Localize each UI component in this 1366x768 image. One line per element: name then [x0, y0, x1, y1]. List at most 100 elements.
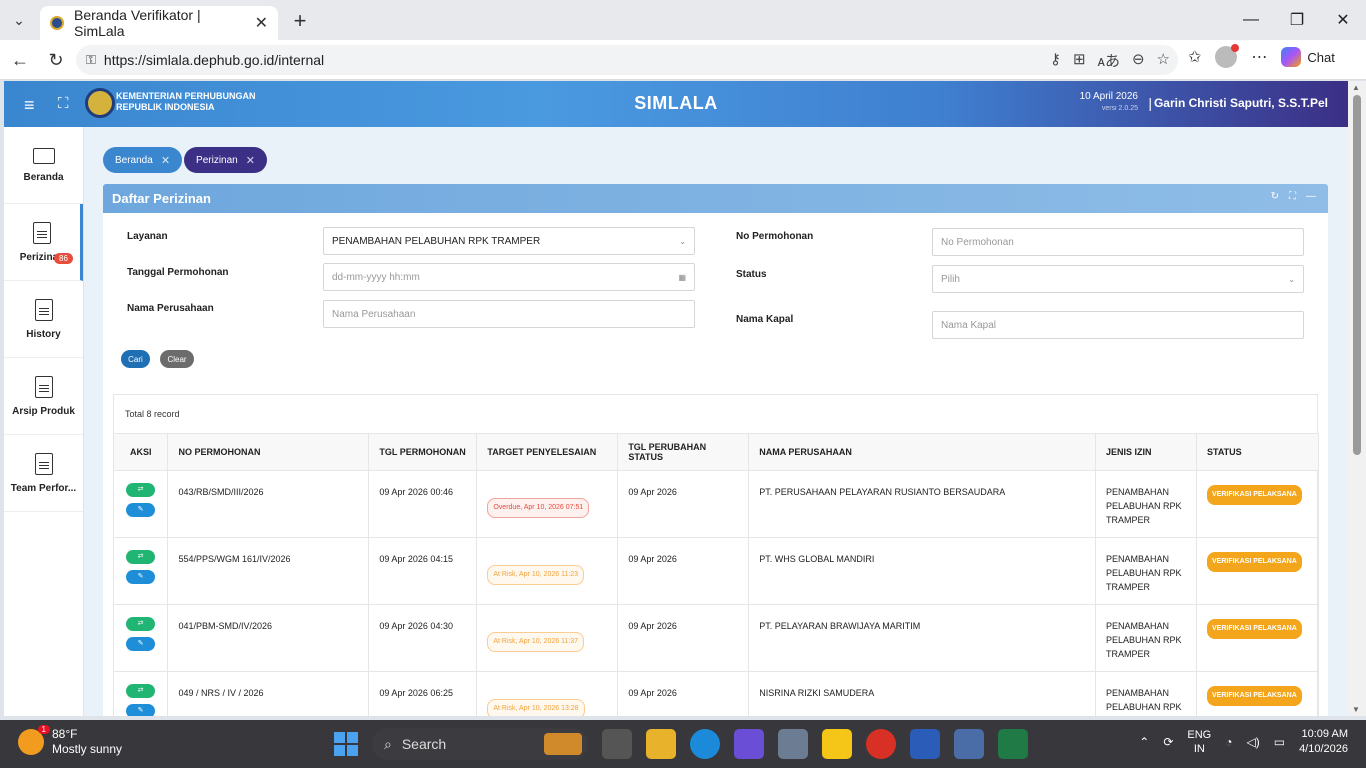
tanggal-permohonan-input[interactable]: dd-mm-yyyy hh:mm ▦ — [323, 263, 695, 291]
tgl-permohonan-cell: 09 Apr 2026 00:46 — [368, 470, 478, 538]
jenis-izin-cell: PENAMBAHAN PELABUHAN RPK — [1095, 671, 1197, 716]
sidebar-item-perizinan[interactable]: Perizinan 86 — [4, 204, 83, 281]
nama-kapal-input[interactable]: Nama Kapal — [932, 311, 1304, 339]
taskbar-search[interactable]: ⌕ Search — [372, 728, 588, 760]
profile-notification-dot — [1231, 44, 1240, 52]
process-button[interactable]: ⇄ — [126, 617, 155, 631]
weather-temp: 88°F — [52, 727, 78, 741]
site-info-icon[interactable]: ⚿ — [86, 52, 96, 68]
col-jenis-izin[interactable]: JENIS IZIN — [1095, 433, 1197, 471]
weather-text: 88°F Mostly sunny — [52, 727, 122, 757]
calendar-icon[interactable]: ▦ — [678, 273, 686, 282]
scroll-thumb[interactable] — [1353, 95, 1361, 455]
camera-icon[interactable] — [778, 729, 808, 759]
language-indicator[interactable]: ENG IN — [1187, 728, 1211, 756]
perusahaan-label: Nama Perusahaan — [127, 303, 214, 314]
status-badge: VERIFIKASI PELAKSANA — [1206, 485, 1302, 505]
scroll-down-icon[interactable]: ▼ — [1352, 705, 1360, 714]
tgl-permohonan-cell: 09 Apr 2026 04:15 — [368, 537, 478, 605]
close-icon[interactable]: ✕ — [246, 154, 255, 167]
clock[interactable]: 10:09 AM 4/10/2026 — [1299, 727, 1348, 757]
sidebar-item-history[interactable]: History — [4, 281, 83, 358]
tab-beranda[interactable]: Beranda ✕ — [103, 147, 183, 173]
start-button[interactable] — [334, 732, 358, 756]
zoom-icon[interactable]: ⊖ — [1132, 50, 1145, 71]
nama-perusahaan-input[interactable]: Nama Perusahaan — [323, 300, 695, 328]
password-key-icon[interactable]: ⚷ — [1050, 50, 1061, 71]
word-icon[interactable] — [910, 729, 940, 759]
profile-avatar[interactable] — [1215, 44, 1240, 68]
col-tgl-permohonan[interactable]: TGL PERMOHONAN — [368, 433, 478, 471]
edit-button[interactable]: ✎ — [126, 637, 155, 651]
col-tgl-perubahan-status[interactable]: TGL PERUBAHAN STATUS — [617, 433, 750, 471]
collapse-icon[interactable]: — — [1306, 191, 1316, 202]
edit-button[interactable]: ✎ — [126, 503, 155, 517]
sidebar-item-arsip-produk[interactable]: Arsip Produk — [4, 358, 83, 435]
app-available-icon[interactable]: ⊞ — [1073, 50, 1086, 71]
search-button[interactable]: Cari — [121, 350, 150, 368]
status-placeholder: Pilih — [941, 273, 960, 285]
volume-icon[interactable]: ◁) — [1246, 735, 1259, 749]
copilot-app-icon[interactable] — [734, 729, 764, 759]
sync-icon[interactable]: ⟳ — [1163, 735, 1173, 749]
refresh-icon[interactable]: ↻ — [1271, 191, 1279, 202]
status-cell: VERIFIKASI PELAKSANA — [1196, 470, 1320, 538]
tgl-status-cell: 09 Apr 2026 — [617, 671, 750, 716]
favorite-star-icon[interactable]: ☆ — [1157, 50, 1170, 71]
page-scrollbar[interactable]: ▲ ▼ — [1348, 81, 1366, 716]
task-view-icon[interactable] — [602, 729, 632, 759]
process-button[interactable]: ⇄ — [126, 550, 155, 564]
status-select[interactable]: Pilih ⌄ — [932, 265, 1304, 293]
favorites-icon[interactable]: ✩ — [1188, 47, 1201, 67]
restore-button[interactable]: ❐ — [1274, 0, 1320, 40]
close-icon[interactable]: ✕ — [161, 154, 170, 167]
translate-icon[interactable]: ᴀあ — [1098, 50, 1120, 71]
tab-close-icon[interactable]: ✕ — [255, 13, 268, 33]
no-permohonan-input[interactable]: No Permohonan — [932, 228, 1304, 256]
col-nama-perusahaan[interactable]: NAMA PERUSAHAAN — [748, 433, 1096, 471]
url-text: https://simlala.dephub.go.id/internal — [103, 52, 325, 68]
weather-notification-badge: 1 — [37, 725, 50, 734]
copilot-chat-button[interactable]: Chat — [1281, 47, 1335, 67]
col-target-penyelesaian[interactable]: TARGET PENYELESAIAN — [476, 433, 619, 471]
expand-icon[interactable]: ⛶ — [1289, 191, 1296, 202]
scroll-up-icon[interactable]: ▲ — [1352, 83, 1360, 92]
reload-button[interactable]: ↻ — [44, 48, 68, 72]
edge-icon[interactable] — [690, 729, 720, 759]
minimize-button[interactable]: — — [1228, 0, 1274, 40]
col-no-permohonan[interactable]: NO PERMOHONAN — [167, 433, 370, 471]
clock-date: 4/10/2026 — [1299, 743, 1348, 755]
sticky-notes-icon[interactable] — [822, 729, 852, 759]
chrome-icon[interactable] — [866, 729, 896, 759]
wifi-icon[interactable]: ◔ — [1225, 735, 1232, 749]
file-explorer-icon[interactable] — [646, 729, 676, 759]
edit-button[interactable]: ✎ — [126, 570, 155, 584]
back-button[interactable]: ← — [8, 48, 32, 72]
address-bar[interactable]: ⚿ https://simlala.dephub.go.id/internal … — [76, 45, 1178, 75]
perusahaan-cell: NISRINA RIZKI SAMUDERA — [748, 671, 1096, 716]
layanan-select[interactable]: PENAMBAHAN PELABUHAN RPK TRAMPER ⌄ — [323, 227, 695, 255]
header-separator: | — [1148, 95, 1152, 111]
perusahaan-placeholder: Nama Perusahaan — [332, 308, 416, 320]
excel-icon[interactable] — [998, 729, 1028, 759]
no-permohonan-cell: 041/PBM-SMD/IV/2026 — [167, 604, 370, 672]
page-tabs: Beranda ✕ Perizinan ✕ — [103, 147, 267, 173]
weather-widget[interactable]: 1 88°F Mostly sunny — [18, 725, 122, 757]
more-menu-icon[interactable]: ⋯ — [1251, 47, 1267, 67]
close-window-button[interactable]: ✕ — [1320, 0, 1366, 40]
new-tab-button[interactable]: + — [288, 8, 312, 34]
calculator-icon[interactable] — [954, 729, 984, 759]
user-name[interactable]: Garin Christi Saputri, S.S.T.Pel — [1154, 96, 1328, 110]
edit-button[interactable]: ✎ — [126, 704, 155, 716]
tab-perizinan[interactable]: Perizinan ✕ — [184, 147, 267, 173]
battery-icon[interactable]: ▭ — [1274, 735, 1285, 749]
process-button[interactable]: ⇄ — [126, 483, 155, 497]
col-status[interactable]: STATUS — [1196, 433, 1320, 471]
browser-tab[interactable]: Beranda Verifikator | SimLala ✕ — [40, 6, 278, 40]
sidebar-item-team-performance[interactable]: Team Perfor... — [4, 435, 83, 512]
process-button[interactable]: ⇄ — [126, 684, 155, 698]
clear-button[interactable]: Clear — [160, 350, 194, 368]
tab-list-dropdown[interactable]: ⌄ — [6, 8, 32, 32]
chevron-up-icon[interactable]: ⌃ — [1139, 735, 1149, 749]
sidebar-item-beranda[interactable]: Beranda — [4, 127, 83, 204]
